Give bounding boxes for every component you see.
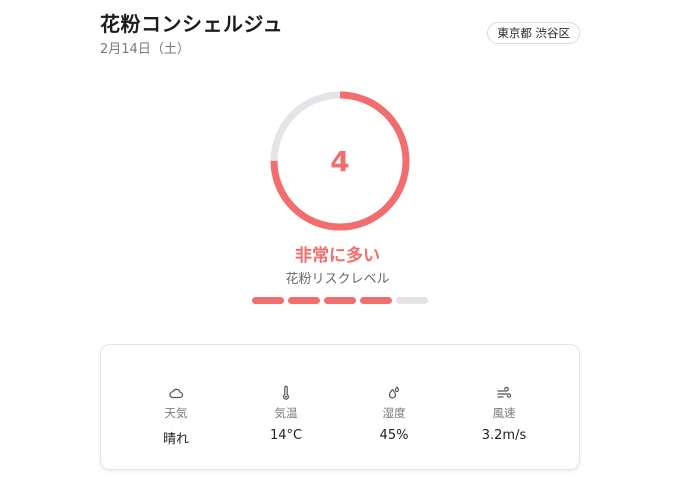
weather-label: 気温 — [274, 406, 298, 420]
weather-label: 天気 — [164, 406, 188, 420]
weather-value: 晴れ — [162, 432, 189, 447]
location-badge[interactable]: 東京都 渋谷区 — [487, 22, 580, 44]
weather-item-wind: 風速 3.2m/s — [459, 385, 549, 443]
level-segment — [252, 297, 284, 304]
wind-icon — [497, 386, 512, 398]
app-title: 花粉コンシェルジュ — [100, 12, 284, 36]
weather-item-condition: 天気 晴れ — [131, 385, 221, 447]
weather-value: 45% — [379, 428, 409, 443]
weather-value: 3.2m/s — [481, 428, 527, 443]
thermometer-icon — [283, 385, 289, 400]
weather-item-humidity: 湿度 45% — [349, 385, 439, 443]
level-segment — [288, 297, 320, 304]
weather-card: 天気 晴れ 気温 14°C 湿度 45% 風速 3.2m/s — [100, 344, 580, 470]
risk-gauge: 4 — [264, 85, 416, 237]
risk-subtitle: 花粉リスクレベル — [285, 272, 390, 287]
level-segment — [360, 297, 392, 304]
date-label: 2月14日（土） — [100, 42, 190, 57]
cloud-icon — [169, 388, 184, 399]
risk-level-number: 4 — [330, 144, 350, 178]
level-segment — [396, 297, 428, 304]
level-segment — [324, 297, 356, 304]
weather-value: 14°C — [269, 428, 303, 443]
weather-label: 湿度 — [382, 406, 406, 420]
weather-label: 風速 — [492, 406, 516, 420]
risk-level-bar — [252, 297, 428, 304]
weather-item-temperature: 気温 14°C — [241, 385, 331, 443]
risk-label: 非常に多い — [295, 246, 380, 266]
header: 花粉コンシェルジュ 2月14日（土） 東京都 渋谷区 — [100, 8, 580, 58]
pollen-app: 花粉コンシェルジュ 2月14日（土） 東京都 渋谷区 4 非常に多い 花粉リスク… — [0, 0, 675, 482]
humidity-icon — [388, 386, 400, 399]
